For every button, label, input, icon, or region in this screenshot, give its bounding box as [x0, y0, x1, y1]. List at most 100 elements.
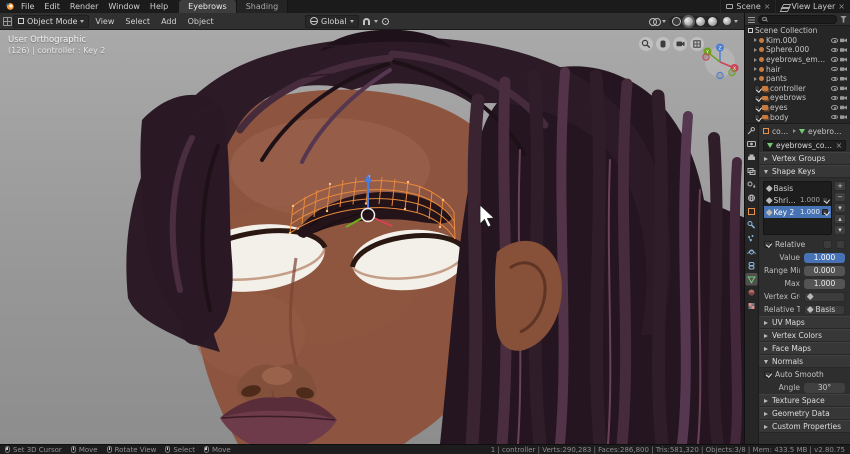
snap-dropdown-icon[interactable] [373, 19, 378, 23]
tab-scene[interactable] [747, 181, 756, 188]
shading-material-button[interactable] [696, 16, 705, 26]
outliner-row[interactable]: eyebrows_empty [745, 55, 850, 65]
tab-object-data[interactable] [745, 273, 758, 286]
axis-orbit-gizmo[interactable]: Z X Y [702, 43, 739, 80]
collection-checkbox[interactable] [754, 114, 760, 121]
outliner-row[interactable]: Sphere.000 [745, 45, 850, 55]
auto-smooth-angle-field[interactable]: 30° [804, 382, 845, 393]
collection-checkbox[interactable] [754, 85, 760, 92]
panel-vertex-groups[interactable]: Vertex Groups [759, 152, 850, 165]
scene-unlink-icon[interactable]: × [764, 2, 771, 11]
hide-viewport-icon[interactable] [831, 47, 838, 53]
overlays-dropdown-icon[interactable] [662, 19, 666, 23]
shading-solid-button[interactable] [684, 16, 693, 26]
hide-render-icon[interactable] [840, 76, 847, 81]
mesh-datablock-field[interactable]: eyebrows_controller × [763, 139, 846, 151]
menu-object[interactable]: Object [183, 17, 219, 26]
shape-key-mute-checkbox[interactable] [822, 209, 828, 215]
panel-vertex-colors[interactable]: Vertex Colors [759, 329, 850, 342]
hide-render-icon[interactable] [840, 95, 847, 100]
shading-dropdown-icon[interactable] [734, 19, 738, 23]
panel-geometry-data[interactable]: Geometry Data [759, 407, 850, 420]
panel-shape-keys[interactable]: Shape Keys [759, 165, 850, 178]
hide-render-icon[interactable] [840, 67, 847, 72]
breadcrumb-object[interactable]: controller [772, 127, 790, 136]
menu-render[interactable]: Render [65, 0, 103, 13]
shading-rendered-button[interactable] [708, 16, 717, 26]
edit-mode-display-icon[interactable] [836, 240, 845, 249]
hide-render-icon[interactable] [840, 86, 847, 91]
panel-face-maps[interactable]: Face Maps [759, 342, 850, 355]
filter-icon[interactable] [840, 15, 847, 23]
relative-checkbox[interactable] [764, 241, 771, 248]
hide-viewport-icon[interactable] [831, 57, 838, 62]
menu-edit[interactable]: Edit [39, 0, 65, 13]
hide-render-icon[interactable] [840, 57, 847, 62]
panel-normals[interactable]: Normals [759, 355, 850, 368]
expand-icon[interactable] [754, 67, 757, 72]
tab-tool[interactable] [747, 126, 756, 135]
mode-dropdown[interactable]: Object Mode [13, 14, 90, 28]
panel-texture-space[interactable]: Texture Space [759, 394, 850, 407]
display-mode-icon[interactable] [748, 16, 755, 23]
menu-select[interactable]: Select [120, 17, 155, 26]
shape-key-add-button[interactable]: + [834, 181, 846, 191]
3d-viewport[interactable]: User Orthographic (126) | controller : K… [0, 30, 744, 444]
view-layer-selector[interactable]: View Layer × [775, 0, 850, 13]
workspace-tab-shading[interactable]: Shading [236, 0, 289, 13]
expand-icon[interactable] [754, 47, 757, 52]
hide-render-icon[interactable] [840, 105, 847, 110]
shape-key-remove-button[interactable]: − [834, 192, 846, 202]
tab-world[interactable] [748, 194, 755, 202]
menu-help[interactable]: Help [145, 0, 173, 13]
relative-to-dropdown[interactable]: Basis [804, 304, 845, 315]
shape-key-mute-checkbox[interactable] [822, 197, 828, 203]
tab-view-layer[interactable] [747, 168, 756, 175]
panel-custom-properties[interactable]: Custom Properties [759, 420, 850, 433]
editor-type-icon[interactable] [3, 16, 12, 26]
tab-object[interactable] [748, 208, 755, 215]
expand-icon[interactable] [754, 76, 757, 81]
shape-key-key2-selected[interactable]: Key 2 1.000 [764, 206, 831, 218]
orientation-dropdown[interactable]: Global [305, 14, 359, 28]
collection-checkbox[interactable] [754, 94, 760, 101]
hide-viewport-icon[interactable] [831, 86, 838, 91]
outliner-search-input[interactable] [758, 14, 837, 24]
scene-selector[interactable]: Scene × [720, 0, 775, 13]
hide-render-icon[interactable] [840, 47, 847, 52]
menu-file[interactable]: File [16, 0, 39, 13]
shape-key-value-slider[interactable]: 1.000 [804, 252, 845, 263]
outliner-row[interactable]: eyes [745, 103, 850, 113]
tab-particles[interactable] [748, 235, 754, 242]
outliner-row[interactable]: Kim.000 [745, 36, 850, 46]
tab-render[interactable] [747, 141, 756, 147]
view-layer-remove-icon[interactable]: × [838, 2, 845, 11]
outliner-row[interactable]: eyebrows [745, 93, 850, 103]
tab-modifiers[interactable] [747, 221, 756, 229]
hide-viewport-icon[interactable] [831, 95, 838, 101]
hide-viewport-icon[interactable] [831, 38, 838, 43]
menu-window[interactable]: Window [103, 0, 145, 13]
expand-icon[interactable] [754, 57, 757, 62]
tab-output[interactable] [748, 154, 755, 161]
outliner-row[interactable]: hair [745, 64, 850, 74]
panel-uv-maps[interactable]: UV Maps [759, 316, 850, 329]
hide-render-icon[interactable] [840, 38, 847, 43]
hide-viewport-icon[interactable] [831, 76, 838, 82]
menu-add[interactable]: Add [156, 17, 182, 26]
viewport-pan-button[interactable] [656, 37, 670, 51]
hide-viewport-icon[interactable] [831, 105, 838, 110]
breadcrumb-data[interactable]: eyebrows_controller [808, 127, 846, 136]
collection-checkbox[interactable] [754, 104, 760, 111]
proportional-editing-icon[interactable] [381, 17, 389, 25]
tab-physics[interactable] [747, 249, 756, 255]
hide-viewport-icon[interactable] [831, 114, 838, 120]
outliner-row[interactable]: pants [745, 74, 850, 84]
viewport-perspective-button[interactable] [690, 37, 704, 51]
unlink-icon[interactable]: × [836, 141, 842, 150]
pin-icon[interactable] [823, 240, 832, 249]
auto-smooth-checkbox[interactable] [764, 371, 771, 378]
range-max-field[interactable]: 1.000 [804, 278, 845, 289]
shape-key-move-down-button[interactable]: ▾ [834, 225, 846, 235]
shape-key-move-up-button[interactable]: ▴ [834, 214, 846, 224]
